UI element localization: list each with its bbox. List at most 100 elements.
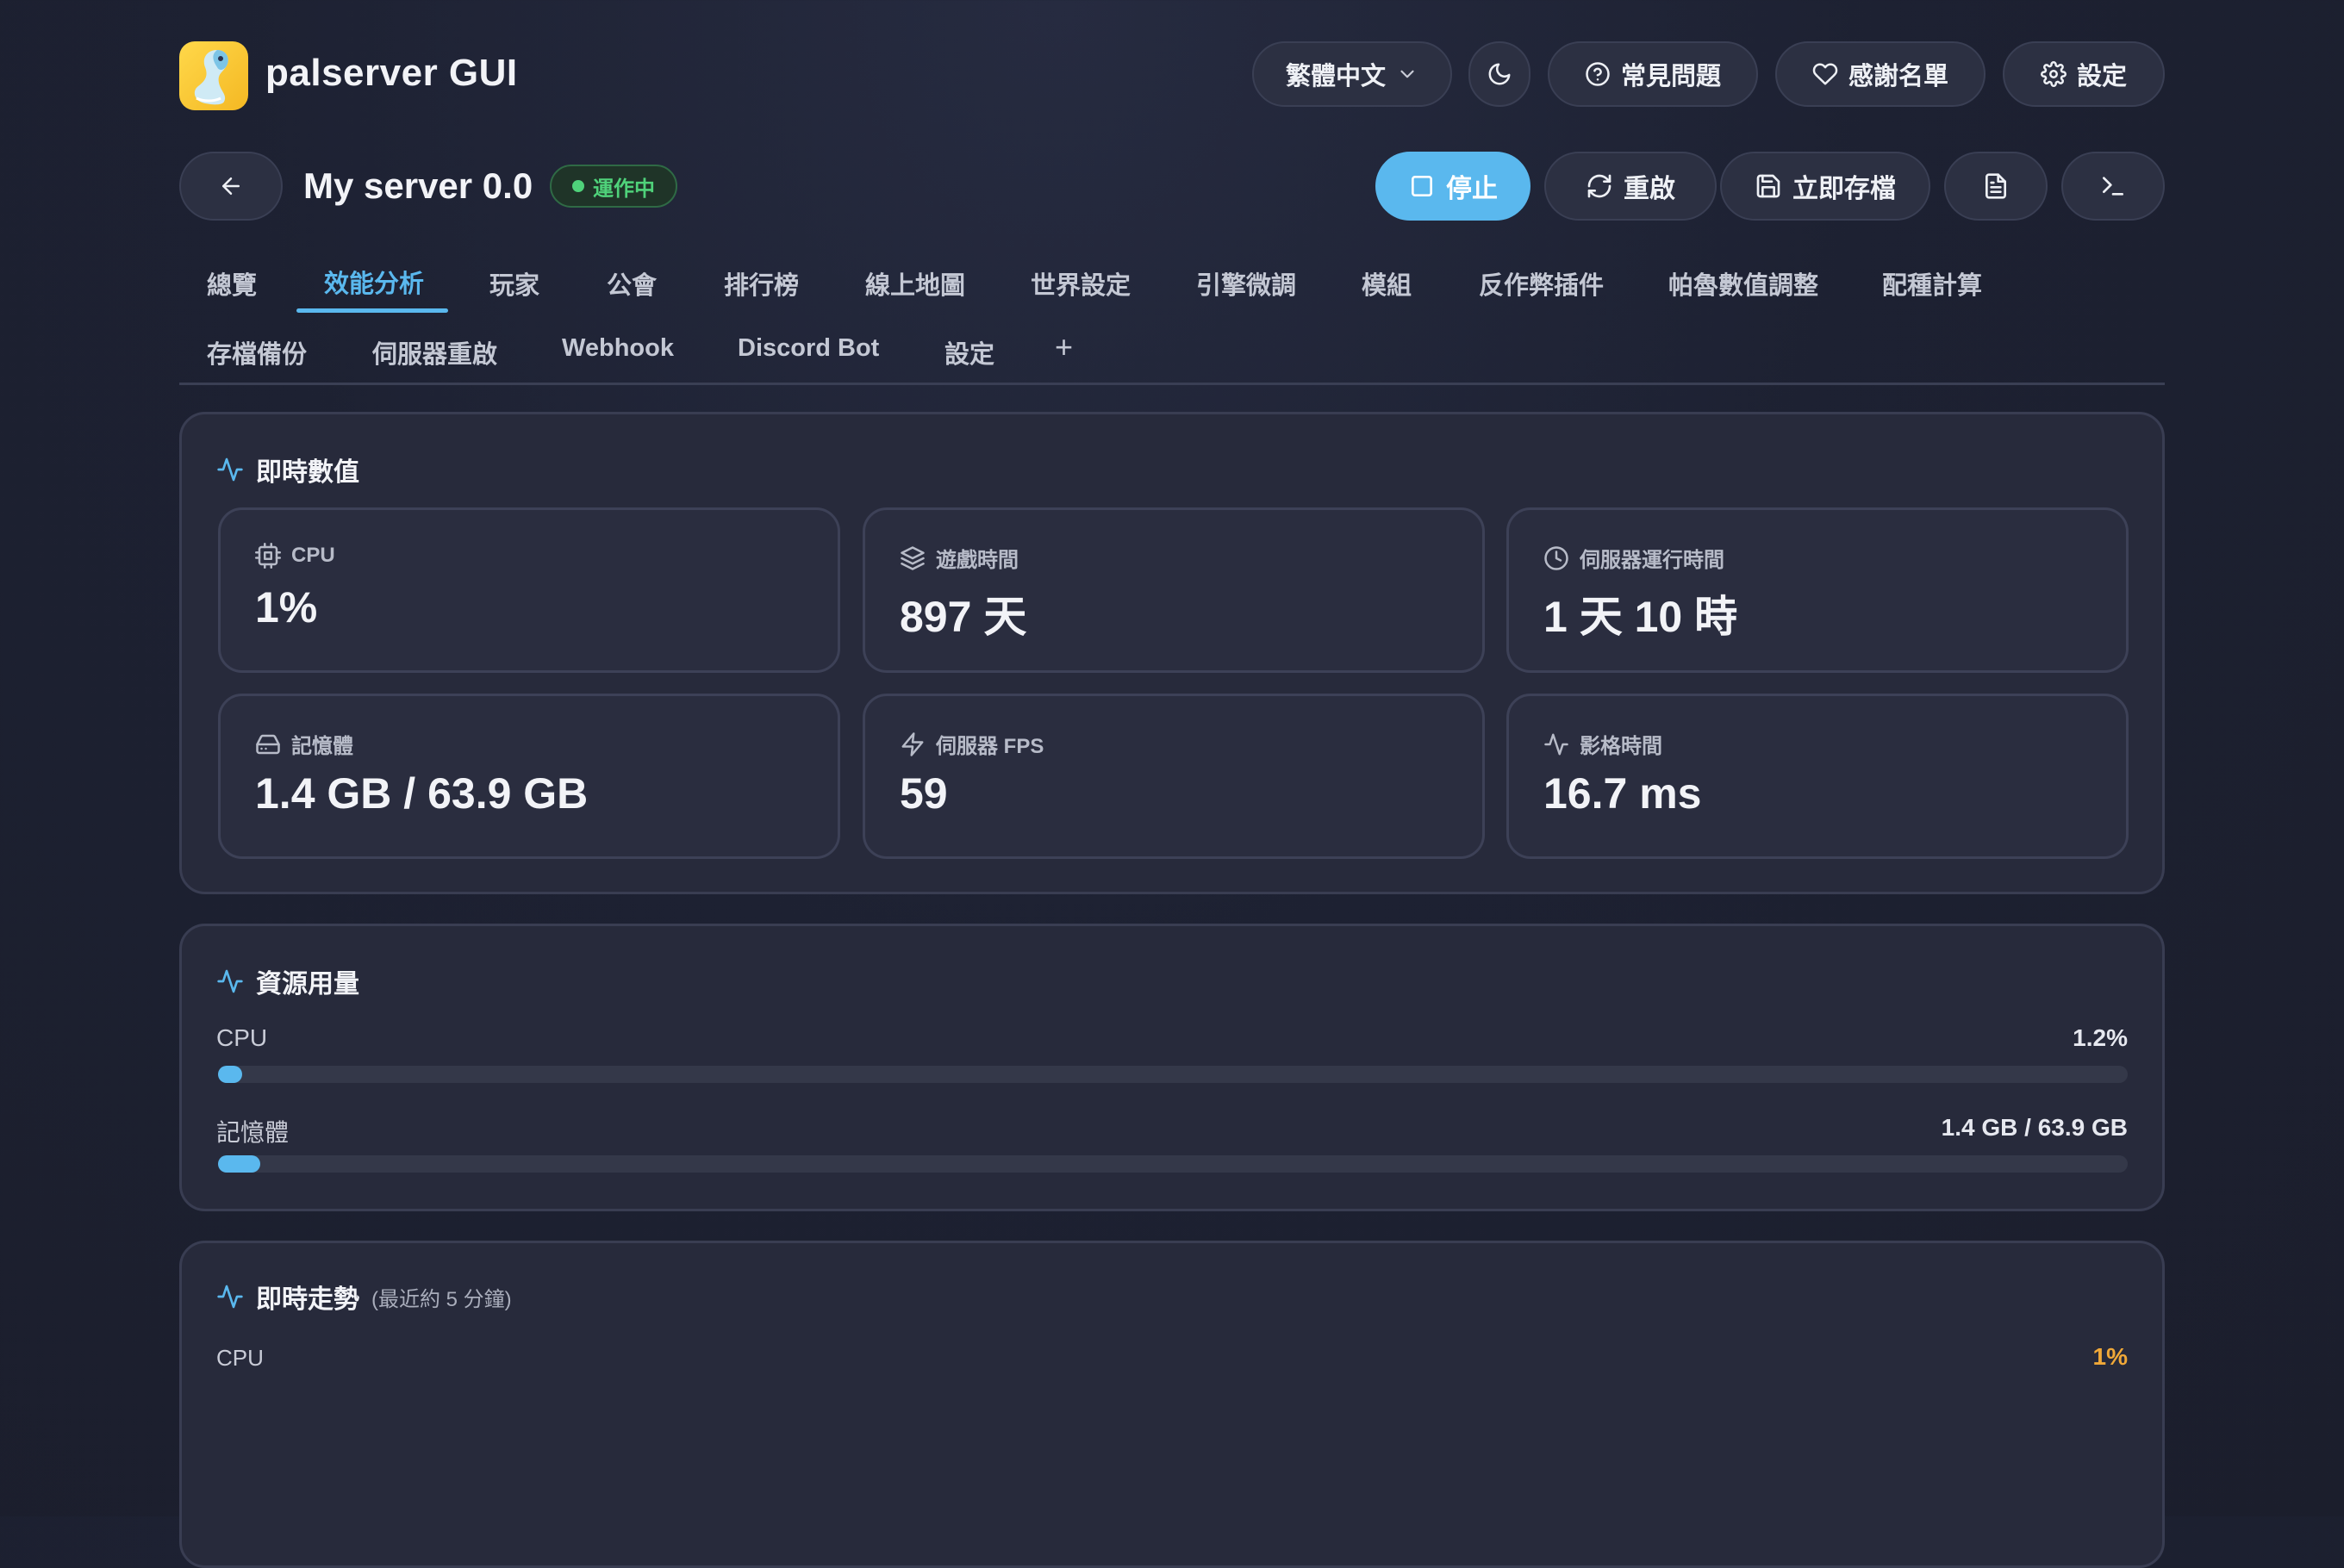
metric-server-fps-value: 59 <box>900 769 948 818</box>
tab-anticheat[interactable]: 反作弊插件 <box>1479 265 1604 302</box>
square-icon <box>1412 176 1432 196</box>
restart-button[interactable]: 重啟 <box>1544 152 1717 221</box>
tab-discord-bot[interactable]: Discord Bot <box>738 334 879 363</box>
trend-series-label: CPU <box>216 1345 264 1371</box>
server-bar: My server 0.0 運作中 停止 重啟 立即存檔 <box>179 152 2165 221</box>
save-now-label: 立即存檔 <box>1792 175 1896 203</box>
terminal-icon <box>2103 177 2123 196</box>
metric-uptime-value: 1 天 10 時 <box>1543 593 1738 641</box>
tab-webhook[interactable]: Webhook <box>562 334 674 363</box>
metric-uptime-label: 伺服器運行時間 <box>1543 543 1724 573</box>
tab-mods[interactable]: 模組 <box>1362 265 1412 302</box>
metric-server-fps-label: 伺服器 FPS <box>900 729 1044 759</box>
trend-current-value: 1% <box>2092 1343 2128 1370</box>
metric-game-time-label: 遊戲時間 <box>900 543 1019 573</box>
clock-icon <box>1544 545 1568 570</box>
cpu-usage-fill <box>218 1066 242 1083</box>
thanks-button[interactable]: 感謝名單 <box>1775 41 1986 107</box>
help-circle-icon <box>1586 62 1610 86</box>
trend-title: 即時走勢 (最近約 5 分鐘) <box>216 1278 512 1316</box>
metric-cpu-label: CPU <box>255 543 335 569</box>
language-select[interactable]: 繁體中文 <box>1252 41 1452 107</box>
tab-server-restart[interactable]: 伺服器重啟 <box>372 334 497 370</box>
metric-cpu: CPU 1% <box>218 507 840 673</box>
resource-usage-title: 資源用量 <box>216 962 359 1000</box>
save-now-button[interactable]: 立即存檔 <box>1720 152 1930 221</box>
cpu-usage-label: CPU <box>216 1024 268 1051</box>
back-button[interactable] <box>179 152 283 221</box>
chevron-down-icon <box>1400 70 1414 78</box>
server-name: My server 0.0 <box>303 165 533 206</box>
tab-engine-tuning[interactable]: 引擎微調 <box>1196 265 1296 302</box>
theme-toggle-button[interactable] <box>1468 41 1530 107</box>
settings-label: 設定 <box>2076 63 2127 90</box>
resource-usage-card: 資源用量 CPU 1.2% 記憶體 1.4 GB / 63.9 GB <box>179 924 2165 1211</box>
tab-players[interactable]: 玩家 <box>489 265 539 302</box>
stop-label: 停止 <box>1446 175 1498 203</box>
realtime-title: 即時數值 <box>216 451 359 488</box>
tab-overview[interactable]: 總覽 <box>207 265 257 302</box>
metric-frame-time: 影格時間 16.7 ms <box>1506 694 2129 859</box>
refresh-icon <box>1587 174 1612 198</box>
trend-title-text: 即時走勢 <box>256 1285 359 1314</box>
app-header: palserver GUI 繁體中文 常見問題 感謝名單 設定 <box>179 40 2165 114</box>
moon-icon <box>1488 63 1511 85</box>
memory-usage-fill <box>218 1155 260 1173</box>
stop-button[interactable]: 停止 <box>1375 152 1530 221</box>
cpu-usage-value: 1.2% <box>2073 1024 2128 1051</box>
app-title: palserver GUI <box>265 52 518 94</box>
metric-memory: 記憶體 1.4 GB / 63.9 GB <box>218 694 840 859</box>
tab-save-backup[interactable]: 存檔備份 <box>207 334 307 370</box>
restart-label: 重啟 <box>1624 175 1675 203</box>
heart-icon <box>1812 63 1838 85</box>
active-tab-indicator <box>296 308 448 313</box>
metric-frame-time-label: 影格時間 <box>1543 729 1662 759</box>
status-label: 運作中 <box>593 177 655 201</box>
tab-bar: 總覽 效能分析 玩家 公會 排行榜 線上地圖 世界設定 引擎微調 模組 反作弊插… <box>179 246 2165 385</box>
metric-game-time: 遊戲時間 897 天 <box>863 507 1485 673</box>
settings-button[interactable]: 設定 <box>2003 41 2165 107</box>
thanks-label: 感謝名單 <box>1848 63 1948 90</box>
tab-leaderboard[interactable]: 排行榜 <box>724 265 799 302</box>
console-button[interactable] <box>2061 152 2165 221</box>
gear-icon <box>2041 61 2067 87</box>
metric-uptime: 伺服器運行時間 1 天 10 時 <box>1506 507 2129 673</box>
tab-online-map[interactable]: 線上地圖 <box>865 265 965 302</box>
app-logo <box>179 41 248 110</box>
metric-cpu-label-text: CPU <box>291 544 335 567</box>
metric-frame-time-value: 16.7 ms <box>1543 769 1702 818</box>
trend-subtitle: (最近約 5 分鐘) <box>371 1287 512 1311</box>
memory-usage-label: 記憶體 <box>216 1119 290 1146</box>
metric-server-fps-label-text: 伺服器 FPS <box>936 735 1044 758</box>
arrow-left-icon <box>222 177 240 195</box>
save-icon <box>1756 174 1780 198</box>
realtime-title-text: 即時數值 <box>256 458 359 487</box>
status-badge: 運作中 <box>550 165 677 208</box>
activity-icon <box>217 1285 243 1309</box>
metric-memory-label-text: 記憶體 <box>291 735 353 758</box>
tab-settings[interactable]: 設定 <box>944 334 994 370</box>
activity-icon <box>217 969 243 993</box>
cpu-icon <box>255 543 281 569</box>
memory-usage-value: 1.4 GB / 63.9 GB <box>1941 1114 2128 1141</box>
layers-icon <box>901 545 925 570</box>
logs-button[interactable] <box>1944 152 2048 221</box>
resource-usage-title-text: 資源用量 <box>256 970 359 999</box>
tab-pal-params[interactable]: 帕魯數值調整 <box>1668 265 1818 302</box>
add-tab-button[interactable]: + <box>1055 329 1073 365</box>
metric-cpu-value: 1% <box>255 583 318 632</box>
tab-performance[interactable]: 效能分析 <box>324 264 424 300</box>
tab-breeding-calc[interactable]: 配種計算 <box>1882 265 1982 302</box>
tab-world-settings[interactable]: 世界設定 <box>1031 265 1131 302</box>
tab-guilds[interactable]: 公會 <box>607 265 657 302</box>
realtime-card: 即時數值 CPU 1% 遊戲時間 897 天 伺服器運行時間 1 天 10 時 <box>179 412 2165 894</box>
cpu-usage-track <box>218 1066 2128 1083</box>
status-dot-icon <box>572 180 584 192</box>
activity-icon <box>217 457 243 482</box>
metric-memory-label: 記憶體 <box>255 729 353 759</box>
file-text-icon <box>1986 173 2006 199</box>
metric-uptime-label-text: 伺服器運行時間 <box>1580 549 1724 572</box>
memory-usage-track <box>218 1155 2128 1173</box>
faq-button[interactable]: 常見問題 <box>1548 41 1758 107</box>
trend-card: 即時走勢 (最近約 5 分鐘) CPU 1% <box>179 1241 2165 1568</box>
